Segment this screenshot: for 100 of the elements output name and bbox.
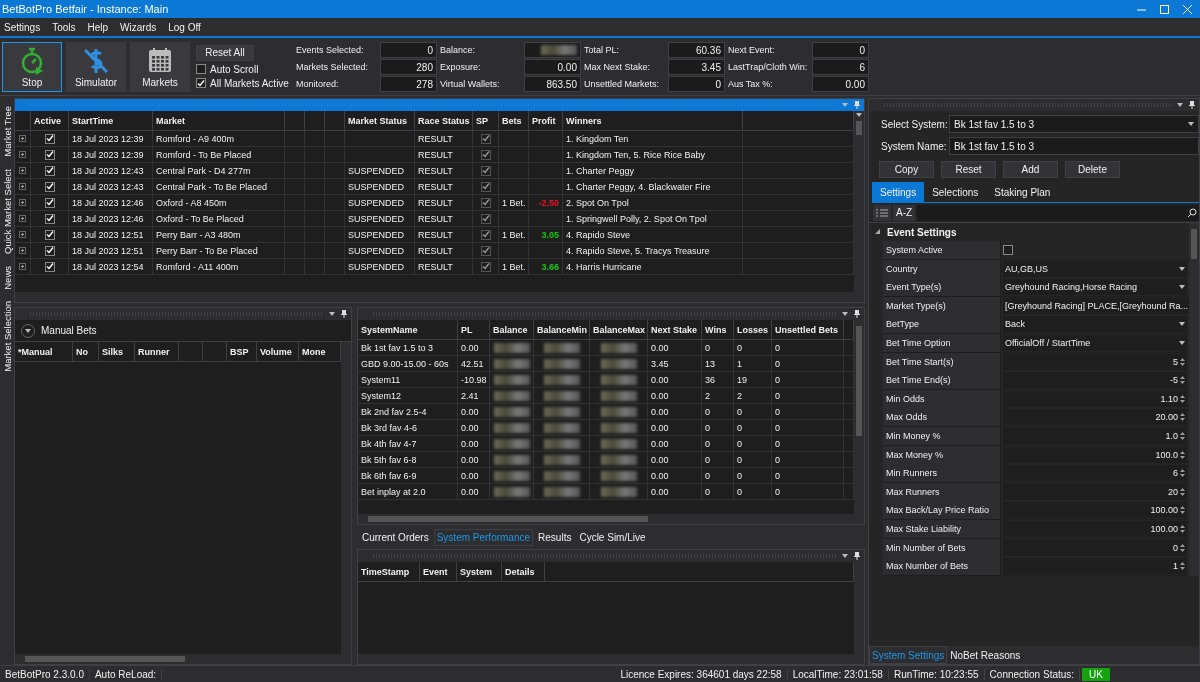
expand-icon[interactable] — [19, 263, 26, 270]
column-header[interactable]: Winners — [563, 111, 743, 131]
checkbox[interactable] — [1003, 244, 1013, 255]
checkbox[interactable] — [44, 229, 55, 240]
expand-icon[interactable] — [19, 215, 26, 222]
checkbox[interactable] — [196, 78, 206, 88]
spin-icon[interactable] — [1180, 468, 1185, 479]
tab[interactable]: Current Orders — [359, 528, 432, 546]
pin-icon[interactable] — [341, 310, 347, 318]
checkbox[interactable] — [480, 133, 491, 144]
column-header[interactable]: Race Status — [415, 111, 473, 131]
toolbar-button[interactable]: Markets — [130, 41, 190, 92]
checkbox[interactable] — [480, 181, 491, 192]
column-header[interactable]: Market Status — [345, 111, 415, 131]
column-header[interactable]: BSP — [227, 342, 257, 362]
form-button[interactable]: Reset — [941, 161, 996, 178]
close-icon[interactable] — [1183, 4, 1192, 14]
property-number-field[interactable]: 1.0 — [1003, 427, 1187, 444]
system-name-field[interactable]: Bk 1st fav 1.5 to 3 — [949, 137, 1199, 155]
checkbox[interactable] — [44, 197, 55, 208]
scroll-thumb[interactable] — [856, 121, 862, 135]
scroll-thumb[interactable] — [368, 516, 648, 522]
column-header[interactable]: Next Stake — [648, 320, 702, 340]
scrollbar[interactable] — [15, 654, 351, 664]
checkbox[interactable] — [44, 181, 55, 192]
expand-icon[interactable] — [19, 199, 26, 206]
expand-icon[interactable] — [19, 135, 26, 142]
tab[interactable]: Selections — [924, 182, 987, 202]
spin-icon[interactable] — [1180, 505, 1185, 516]
property-dropdown[interactable]: AU,GB,US — [1003, 260, 1187, 277]
menu-item[interactable]: Log Off — [164, 21, 209, 33]
checkbox[interactable] — [480, 197, 491, 208]
pin-icon[interactable] — [854, 552, 860, 560]
checkbox[interactable] — [44, 245, 55, 256]
spin-icon[interactable] — [1180, 486, 1185, 497]
property-number-field[interactable]: 0 — [1003, 539, 1187, 556]
checkbox[interactable] — [44, 165, 55, 176]
property-number-field[interactable]: 1.10 — [1003, 390, 1187, 407]
column-header[interactable]: Wins — [702, 320, 734, 340]
property-dropdown[interactable]: Back — [1003, 316, 1187, 333]
checkbox[interactable] — [44, 149, 55, 160]
side-tab[interactable]: Quick Market Select — [1, 168, 13, 254]
expand-icon[interactable] — [19, 231, 26, 238]
form-button[interactable]: Add — [1003, 161, 1058, 178]
expand-icon[interactable] — [19, 151, 26, 158]
expand-icon[interactable] — [19, 183, 26, 190]
tab[interactable]: System Performance — [433, 528, 534, 546]
column-header[interactable]: Silks — [99, 342, 135, 362]
side-tab[interactable]: Market Selection — [1, 301, 13, 373]
checkbox[interactable] — [196, 64, 206, 74]
property-number-field[interactable]: 5 — [1003, 353, 1187, 370]
scrollbar[interactable] — [358, 514, 864, 524]
property-number-field[interactable]: 100.00 — [1003, 502, 1187, 519]
column-header[interactable]: Losses — [734, 320, 772, 340]
tab[interactable]: Cycle Sim/Live — [576, 528, 649, 546]
column-header[interactable]: TimeStamp — [358, 562, 420, 582]
menu-item[interactable]: Settings — [0, 21, 49, 33]
checkbox[interactable] — [44, 133, 55, 144]
property-dropdown[interactable]: Greyhound Racing,Horse Racing — [1003, 279, 1187, 296]
property-number-field[interactable]: 20 — [1003, 483, 1187, 500]
column-header[interactable]: Runner — [135, 342, 179, 362]
scroll-thumb[interactable] — [25, 656, 185, 662]
checkbox[interactable] — [480, 213, 491, 224]
maximize-icon[interactable] — [1160, 4, 1169, 14]
column-header[interactable]: Event — [420, 562, 457, 582]
checkbox[interactable] — [480, 261, 491, 272]
column-header[interactable]: Volume — [257, 342, 299, 362]
pin-icon[interactable] — [1189, 101, 1195, 109]
column-header[interactable]: Bets — [499, 111, 529, 131]
side-tab[interactable]: News — [1, 265, 13, 290]
checkbox[interactable] — [44, 261, 55, 272]
property-number-field[interactable]: 100.00 — [1003, 520, 1187, 537]
column-header[interactable]: Profit — [529, 111, 563, 131]
property-number-field[interactable]: 1 — [1003, 558, 1187, 575]
scrollbar[interactable] — [358, 654, 864, 664]
pin-icon[interactable] — [854, 310, 860, 318]
scrollbar[interactable] — [854, 111, 864, 292]
property-number-field[interactable]: 100.0 — [1003, 446, 1187, 463]
column-header[interactable]: No — [73, 342, 99, 362]
menu-item[interactable]: Tools — [48, 21, 84, 33]
column-header[interactable]: BalanceMax — [590, 320, 648, 340]
toolbar-button[interactable]: Simulator — [66, 41, 126, 92]
property-number-field[interactable]: 6 — [1003, 465, 1187, 482]
column-header[interactable]: PL — [458, 320, 490, 340]
categorized-button[interactable] — [873, 204, 891, 221]
property-number-field[interactable]: -5 — [1003, 372, 1187, 389]
checkbox[interactable] — [44, 213, 55, 224]
spin-icon[interactable] — [1180, 412, 1185, 423]
scroll-thumb[interactable] — [1191, 229, 1197, 259]
toolbar-button[interactable]: Stop — [2, 41, 62, 92]
form-button[interactable]: Delete — [1065, 161, 1120, 178]
search-field[interactable] — [917, 204, 1199, 221]
scrollbar[interactable] — [341, 342, 351, 654]
property-dropdown[interactable]: OfficialOff / StartTime — [1003, 334, 1187, 351]
property-number-field[interactable]: 20.00 — [1003, 409, 1187, 426]
menu-item[interactable]: Wizards — [116, 21, 165, 33]
column-header[interactable]: StartTime — [69, 111, 153, 131]
tab[interactable]: Staking Plan — [986, 182, 1059, 202]
tab[interactable]: Results — [535, 528, 575, 546]
scroll-thumb[interactable] — [856, 326, 862, 436]
